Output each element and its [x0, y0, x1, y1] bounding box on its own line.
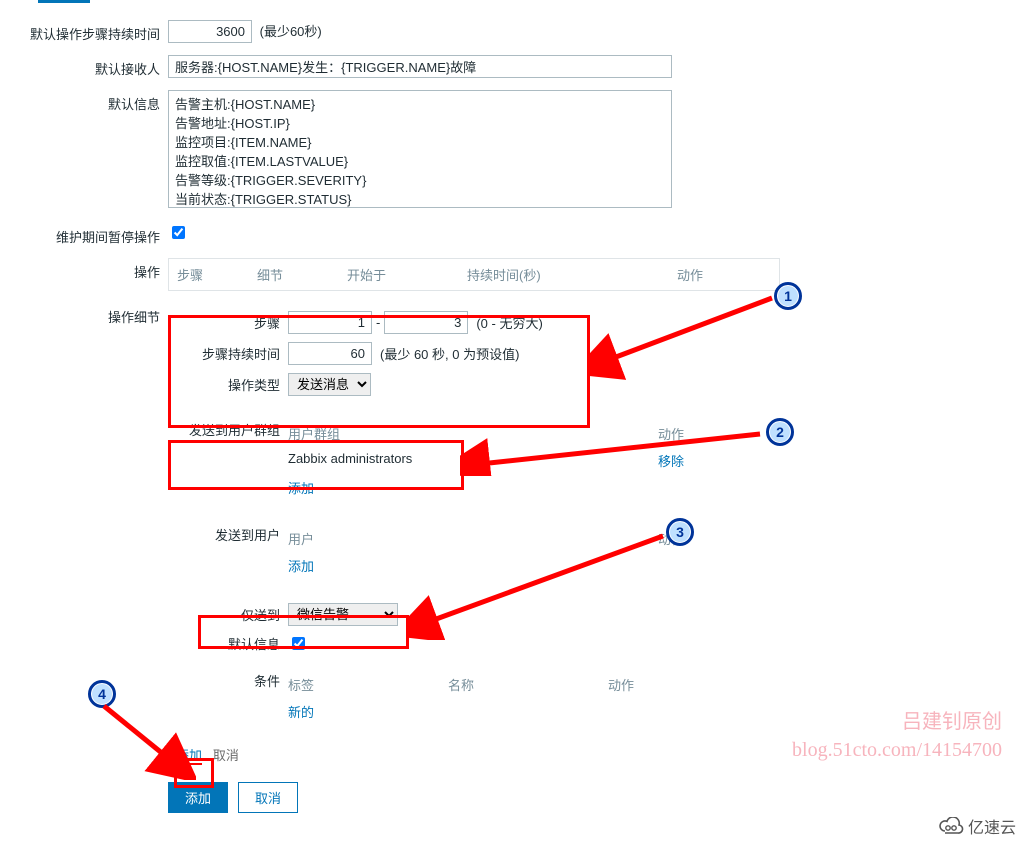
active-tab-indicator: [38, 0, 90, 3]
detail-add-link[interactable]: 添加: [176, 748, 202, 765]
label-step-duration-inner: 步骤持续时间: [168, 344, 288, 363]
step-from-input[interactable]: [288, 311, 372, 334]
group-add-link[interactable]: 添加: [288, 481, 314, 496]
user-add-link[interactable]: 添加: [288, 559, 314, 574]
default-duration-input[interactable]: [168, 20, 252, 43]
only-send-to-select[interactable]: 微信告警: [288, 603, 398, 626]
step-hint: (0 - 无穷大): [476, 313, 542, 332]
col-cond-tag: 标签: [288, 675, 448, 694]
label-conditions: 条件: [168, 671, 288, 690]
col-action: 动作: [677, 265, 757, 284]
step-duration-input[interactable]: [288, 342, 372, 365]
condition-new-link[interactable]: 新的: [288, 705, 314, 720]
col-cond-name: 名称: [448, 675, 608, 694]
col-group-action: 动作: [658, 424, 778, 443]
col-duration: 持续时间(秒): [467, 265, 677, 284]
step-to-input[interactable]: [384, 311, 468, 334]
add-button[interactable]: 添加: [168, 782, 228, 813]
label-default-duration: 默认操作步骤持续时间: [0, 20, 168, 43]
cancel-button[interactable]: 取消: [238, 782, 298, 813]
duration-hint: (最少60秒): [260, 24, 322, 39]
annotation-circle-2: 2: [766, 418, 794, 446]
group-remove-link[interactable]: 移除: [658, 454, 684, 469]
label-default-msg-inner: 默认信息: [168, 634, 288, 653]
label-send-to-group: 发送到用户群组: [168, 420, 288, 439]
default-msg-checkbox[interactable]: [292, 637, 305, 650]
col-cond-action: 动作: [608, 675, 728, 694]
col-start: 开始于: [347, 265, 467, 284]
cloud-icon: [937, 817, 965, 835]
operations-panel: 步骤 细节 开始于 持续时间(秒) 动作: [168, 258, 780, 291]
op-type-select[interactable]: 发送消息: [288, 373, 371, 396]
col-user-name: 用户: [288, 529, 658, 548]
label-operations: 操作: [0, 258, 168, 281]
step-duration-hint: (最少 60 秒, 0 为预设值): [380, 344, 519, 363]
label-only-send-to: 仅送到: [168, 605, 288, 624]
pause-maintenance-checkbox[interactable]: [172, 226, 185, 239]
label-steps-inner: 步骤: [168, 313, 288, 332]
watermark-author: 吕建钊原创 blog.51cto.com/14154700: [792, 708, 1002, 764]
default-message-textarea[interactable]: [168, 90, 672, 208]
detail-cancel-link[interactable]: 取消: [213, 748, 239, 763]
annotation-circle-1: 1: [774, 282, 802, 310]
label-pause-maintenance: 维护期间暂停操作: [0, 223, 168, 246]
label-default-message: 默认信息: [0, 90, 168, 113]
watermark-brand: 亿速云: [937, 814, 1016, 838]
label-operation-detail: 操作细节: [0, 303, 168, 326]
annotation-circle-4: 4: [88, 680, 116, 708]
default-recipient-input[interactable]: [168, 55, 672, 78]
col-step: 步骤: [177, 265, 257, 284]
group-row-name: Zabbix administrators: [288, 451, 658, 470]
annotation-circle-3: 3: [666, 518, 694, 546]
col-group-name: 用户群组: [288, 424, 658, 443]
label-send-to-user: 发送到用户: [168, 525, 288, 544]
label-default-recipient: 默认接收人: [0, 55, 168, 78]
label-op-type: 操作类型: [168, 375, 288, 394]
col-detail: 细节: [257, 265, 347, 284]
